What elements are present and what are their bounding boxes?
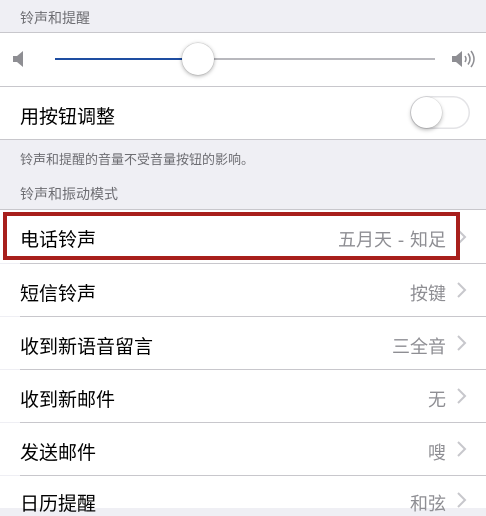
new-mail-label: 收到新邮件	[20, 389, 116, 411]
chevron-right-icon	[454, 386, 470, 406]
divider	[0, 86, 486, 87]
ringtone-label: 电话铃声	[20, 229, 97, 251]
volume-slider-thumb[interactable]	[182, 43, 214, 75]
change-with-buttons-row: 用按钮调整	[0, 86, 486, 140]
calendar-alerts-row[interactable]: 日历提醒 和弦	[0, 476, 486, 515]
chevron-right-icon	[454, 227, 470, 247]
new-voicemail-row[interactable]: 收到新语音留言 三全音	[0, 317, 486, 369]
calendar-alerts-value: 和弦	[410, 494, 446, 515]
new-voicemail-value: 三全音	[392, 337, 446, 358]
section-header-ringtones-alerts: 铃声和提醒	[20, 11, 90, 27]
chevron-right-icon	[454, 280, 470, 300]
text-tone-label: 短信铃声	[20, 283, 97, 305]
speaker-high-icon	[451, 49, 479, 69]
volume-track-filled	[55, 58, 199, 60]
divider	[0, 32, 486, 33]
chevron-right-icon	[454, 439, 470, 459]
chevron-right-icon	[454, 333, 470, 353]
ringtone-row[interactable]: 电话铃声 五月天 - 知足	[0, 210, 486, 263]
section-header-ring-vibrate-patterns: 铃声和振动模式	[20, 187, 118, 203]
text-tone-row[interactable]: 短信铃声 按键	[0, 264, 486, 316]
sent-mail-row[interactable]: 发送邮件 嗖	[0, 423, 486, 475]
divider	[0, 139, 486, 140]
new-mail-value: 无	[428, 390, 446, 411]
chevron-right-icon	[454, 490, 470, 510]
ringtone-value: 五月天 - 知足	[338, 230, 446, 251]
sent-mail-label: 发送邮件	[20, 442, 97, 464]
sent-mail-value: 嗖	[428, 443, 446, 464]
text-tone-value: 按键	[410, 284, 446, 305]
change-with-buttons-toggle[interactable]	[410, 96, 470, 129]
new-voicemail-label: 收到新语音留言	[20, 336, 154, 358]
change-with-buttons-label: 用按钮调整	[20, 106, 116, 128]
toggle-knob	[411, 97, 442, 128]
calendar-alerts-label: 日历提醒	[20, 493, 97, 515]
volume-track-empty	[199, 58, 435, 60]
new-mail-row[interactable]: 收到新邮件 无	[0, 370, 486, 422]
volume-slider-row	[0, 32, 486, 86]
volume-slider[interactable]	[55, 50, 435, 68]
volume-buttons-note: 铃声和提醒的音量不受音量按钮的影响。	[20, 153, 255, 168]
speaker-low-icon	[12, 50, 26, 68]
